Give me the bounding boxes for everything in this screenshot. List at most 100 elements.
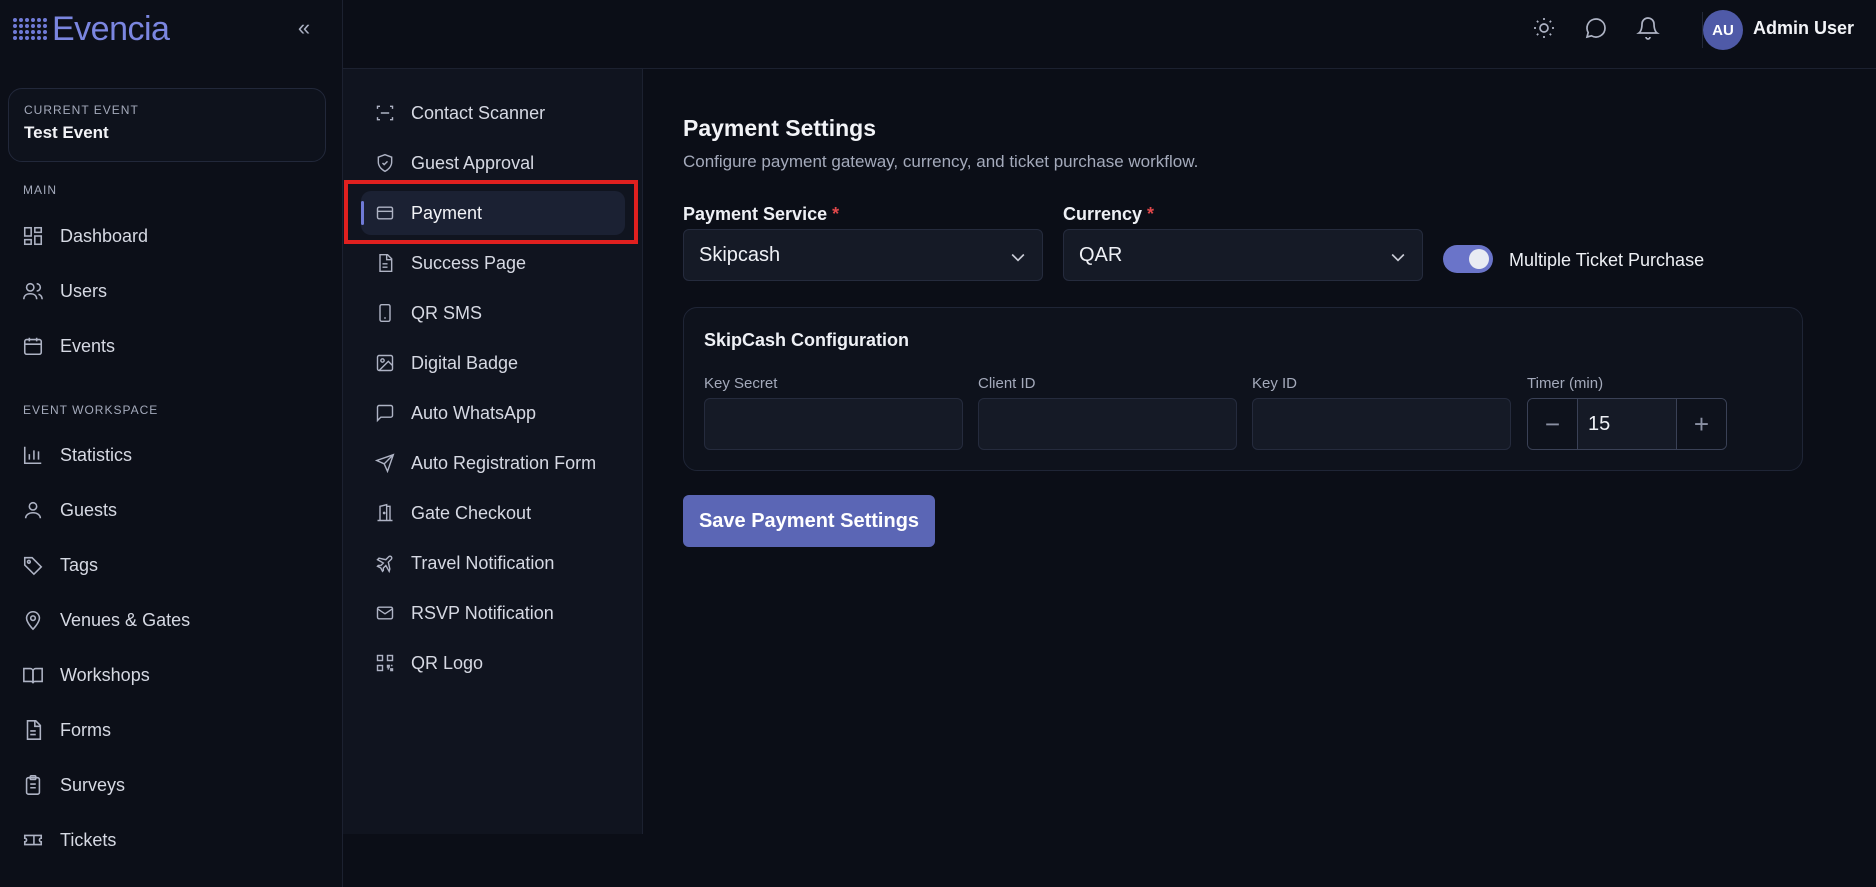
subnav-item-auto-whatsapp[interactable]: Auto WhatsApp: [361, 391, 625, 435]
credit-card-icon: [376, 206, 394, 220]
payment-service-label: Payment Service *: [683, 204, 839, 225]
config-title: SkipCash Configuration: [704, 330, 910, 350]
multiple-ticket-label: Multiple Ticket Purchase: [1509, 250, 1705, 270]
currency-select[interactable]: QAR: [1063, 229, 1423, 281]
subnav-item-label: Travel Notification: [411, 552, 555, 573]
scan-icon: [376, 105, 394, 121]
payment-service-label-text: Payment Service: [683, 204, 828, 224]
plane-icon: [376, 555, 393, 573]
subnav-item-qr-sms[interactable]: QR SMS: [361, 291, 625, 335]
key-id-label: Key ID: [1252, 375, 1298, 392]
sidebar-item-label: Surveys: [60, 774, 126, 795]
sidebar-item-venues-gates[interactable]: Venues & Gates: [22, 600, 190, 640]
subnav-item-contact-scanner[interactable]: Contact Scanner: [361, 91, 625, 135]
client-id-input[interactable]: [978, 398, 1237, 450]
subnav-item-auto-registration-form[interactable]: Auto Registration Form: [361, 441, 625, 485]
sidebar-item-label: Tags: [60, 554, 99, 575]
avatar[interactable]: AU: [1703, 10, 1743, 50]
subnav-item-guest-approval[interactable]: Guest Approval: [361, 141, 625, 185]
subnav-item-label: RSVP Notification: [411, 602, 554, 623]
sidebar-item-label: Forms: [60, 719, 111, 740]
sidebar-item-guests[interactable]: Guests: [22, 490, 117, 530]
clipboard-icon: [25, 775, 41, 795]
subnav-item-qr-logo[interactable]: QR Logo: [361, 641, 625, 685]
key-id-input[interactable]: [1252, 398, 1511, 450]
sidebar-item-label: Workshops: [60, 664, 150, 685]
shield-check-icon: [377, 153, 393, 173]
page-subtitle: Configure payment gateway, currency, and…: [683, 152, 1199, 171]
timer-increment-button[interactable]: +: [1676, 399, 1726, 449]
sidebar-item-label: Statistics: [60, 444, 133, 465]
subnav-item-payment[interactable]: Payment: [361, 191, 625, 235]
qr-code-icon: [376, 654, 394, 672]
subnav-item-label: Contact Scanner: [411, 102, 546, 123]
key-secret-input[interactable]: [704, 398, 963, 450]
subnav-item-label: Guest Approval: [411, 152, 535, 173]
sidebar-item-workshops[interactable]: Workshops: [22, 655, 150, 695]
sidebar-item-tags[interactable]: Tags: [22, 545, 98, 585]
sidebar-item-dashboard[interactable]: Dashboard: [22, 216, 148, 256]
image-icon: [376, 354, 394, 372]
sidebar-item-events[interactable]: Events: [22, 326, 115, 366]
sidebar-item-users[interactable]: Users: [22, 271, 107, 311]
subnav-item-digital-badge[interactable]: Digital Badge: [361, 341, 625, 385]
main-content: Payment Settings Configure payment gatew…: [643, 69, 1876, 887]
current-event-label: CURRENT EVENT: [24, 103, 139, 117]
subnav-item-label: QR Logo: [411, 652, 484, 673]
sidebar-item-statistics[interactable]: Statistics: [22, 435, 132, 475]
skipcash-config-card: SkipCash Configuration Key Secret Client…: [683, 307, 1803, 471]
currency-label: Currency *: [1063, 204, 1154, 225]
sidebar-item-surveys[interactable]: Surveys: [22, 765, 125, 805]
timer-decrement-button[interactable]: −: [1528, 399, 1578, 449]
calendar-icon: [23, 337, 43, 356]
message-square-icon: [376, 404, 394, 423]
send-icon: [375, 453, 395, 473]
subnav-item-label: Auto Registration Form: [411, 452, 597, 473]
timer-label: Timer (min): [1527, 375, 1604, 392]
sidebar-item-forms[interactable]: Forms: [22, 710, 111, 750]
chevron-down-icon: [1391, 253, 1405, 262]
timer-stepper: − 15 +: [1527, 398, 1727, 450]
subnav-item-success-page[interactable]: Success Page: [361, 241, 625, 285]
messages-button[interactable]: [1584, 16, 1608, 40]
timer-value[interactable]: 15: [1578, 399, 1676, 449]
payment-service-select[interactable]: Skipcash: [683, 229, 1043, 281]
topbar: AU Admin User: [343, 0, 1876, 69]
current-event-card[interactable]: CURRENT EVENT Test Event: [8, 88, 326, 162]
bar-chart-icon: [23, 446, 42, 465]
sidebar: Evencia « CURRENT EVENT Test Event MAIN …: [0, 0, 343, 887]
chevron-down-icon: [1011, 253, 1025, 262]
currency-label-text: Currency: [1063, 204, 1143, 224]
collapse-sidebar-icon[interactable]: «: [290, 14, 318, 42]
file-icon: [26, 720, 42, 740]
subnav-item-rsvp-notification[interactable]: RSVP Notification: [361, 591, 625, 635]
subnav-item-label: Auto WhatsApp: [411, 402, 537, 423]
section-label-main: MAIN: [23, 183, 57, 197]
currency-value: QAR: [1079, 243, 1123, 266]
sidebar-item-tickets[interactable]: Tickets: [22, 820, 116, 860]
sidebar-item-label: Dashboard: [60, 225, 149, 246]
users-icon: [23, 282, 43, 300]
sidebar-item-label: Events: [60, 335, 116, 356]
logo-mark-icon: [12, 11, 48, 47]
sidebar-item-label: Venues & Gates: [60, 609, 191, 630]
subnav-item-label: QR SMS: [411, 302, 483, 323]
sidebar-item-label: Users: [60, 280, 108, 301]
subnav-item-label: Payment: [411, 202, 483, 223]
book-icon: [23, 667, 43, 684]
multiple-ticket-toggle[interactable]: [1443, 245, 1493, 273]
theme-toggle-button[interactable]: [1532, 16, 1556, 40]
notifications-button[interactable]: [1636, 16, 1660, 40]
user-name[interactable]: Admin User: [1753, 18, 1854, 39]
user-icon: [24, 501, 42, 519]
subnav-item-label: Success Page: [411, 252, 527, 273]
subnav-item-label: Digital Badge: [411, 352, 519, 373]
sidebar-item-label: Guests: [60, 499, 118, 520]
subnav-item-travel-notification[interactable]: Travel Notification: [361, 541, 625, 585]
page-title: Payment Settings: [683, 115, 876, 141]
subnav-item-gate-checkout[interactable]: Gate Checkout: [361, 491, 625, 535]
message-circle-icon: [1585, 18, 1606, 39]
dashboard-icon: [23, 226, 43, 246]
door-icon: [377, 503, 393, 522]
save-payment-settings-button[interactable]: Save Payment Settings: [683, 495, 935, 547]
